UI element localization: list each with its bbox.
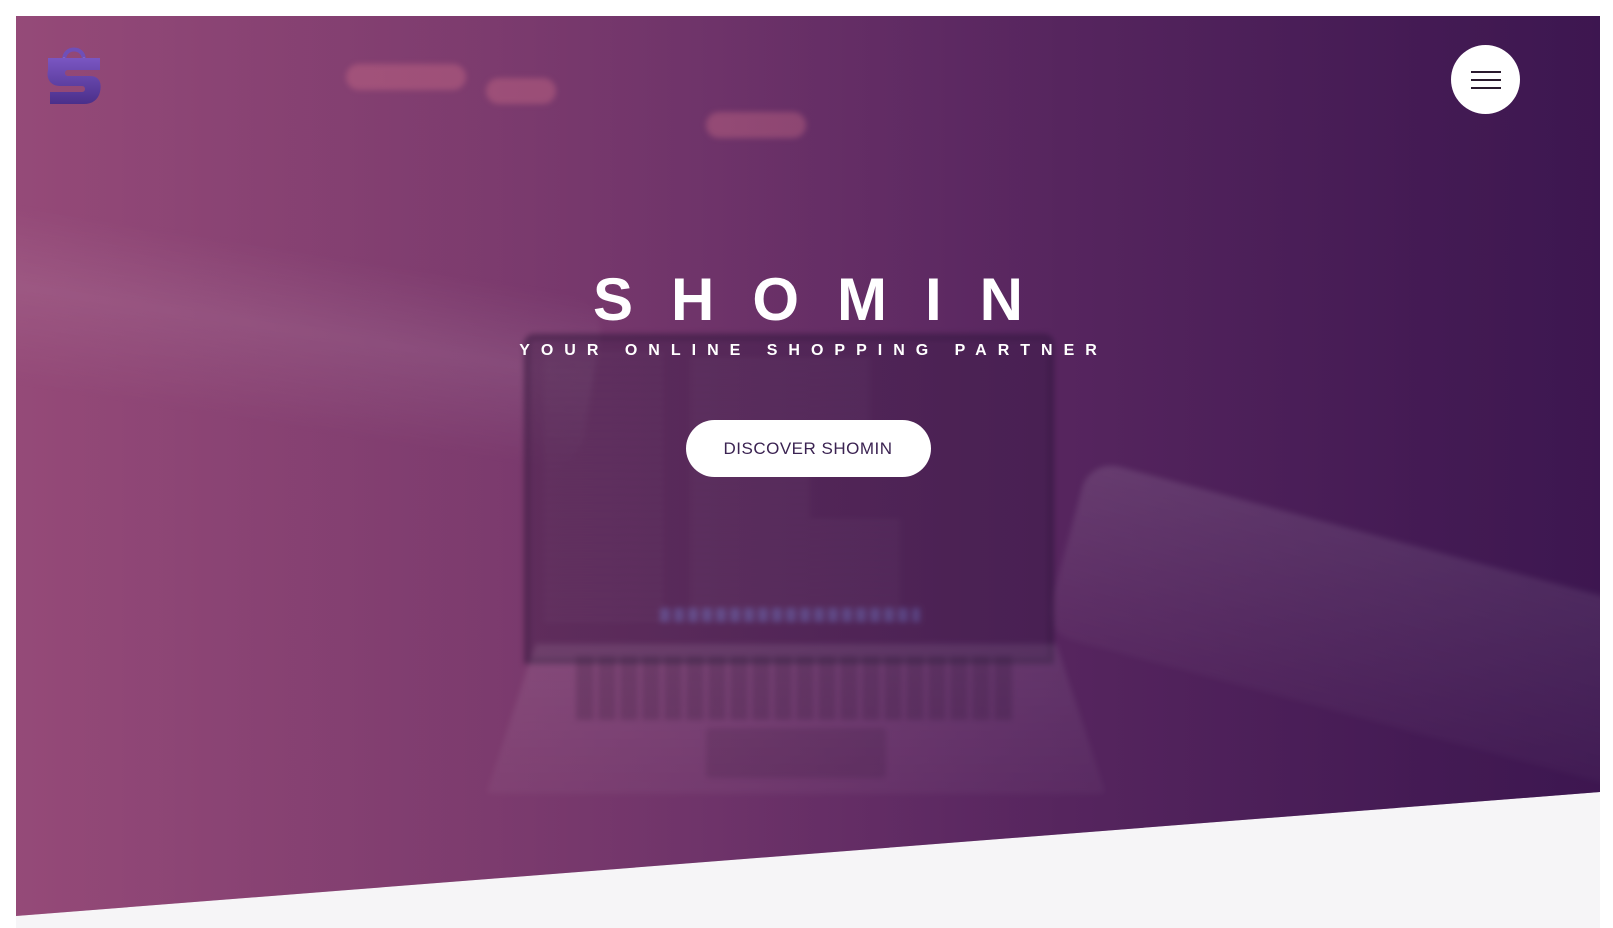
shopping-bag-s-logo-icon[interactable]	[42, 40, 106, 106]
hamburger-menu-icon	[1470, 86, 1501, 89]
page: SHOMIN YOUR ONLINE SHOPPING PARTNER DISC…	[16, 16, 1600, 928]
hero-content: SHOMIN YOUR ONLINE SHOPPING PARTNER DISC…	[16, 264, 1600, 477]
brand-title: SHOMIN	[593, 266, 1061, 333]
hamburger-menu-icon	[1470, 70, 1501, 73]
hamburger-menu-button[interactable]	[1451, 45, 1520, 114]
hero-section: SHOMIN YOUR ONLINE SHOPPING PARTNER DISC…	[16, 16, 1600, 916]
brand-tagline: YOUR ONLINE SHOPPING PARTNER	[519, 342, 1108, 359]
discover-shomin-button[interactable]: DISCOVER SHOMIN	[685, 420, 931, 477]
hamburger-menu-icon	[1470, 78, 1501, 81]
